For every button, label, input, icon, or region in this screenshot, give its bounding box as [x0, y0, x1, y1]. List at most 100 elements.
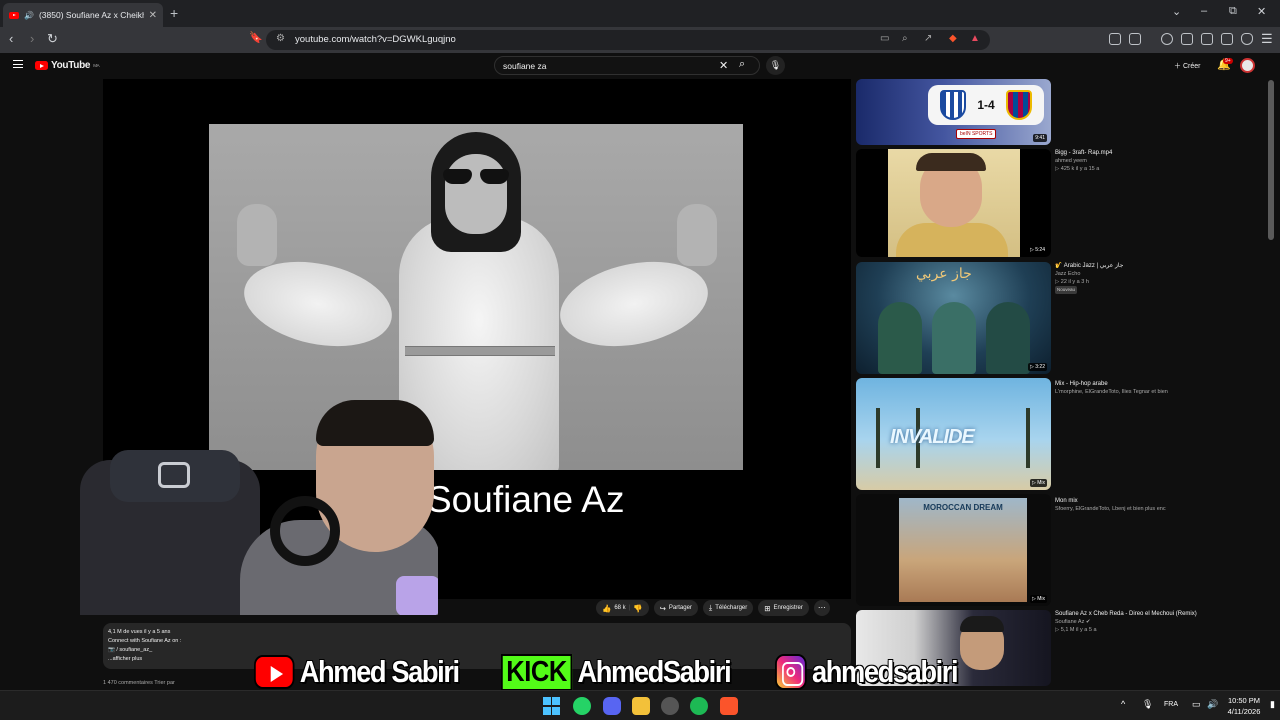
discord-icon[interactable] — [603, 697, 621, 715]
clear-search-icon[interactable]: ✕ — [719, 59, 728, 72]
headset-icon — [270, 496, 340, 566]
system-clock[interactable]: 10:50 PM 4/11/2026 — [1222, 695, 1266, 717]
youtube-logo-text: YouTube — [51, 60, 91, 71]
create-button[interactable]: ＋ Créer — [1174, 61, 1200, 71]
brave-shield-icon[interactable]: ◆ — [949, 33, 957, 44]
barcelona-crest-icon — [1006, 90, 1033, 120]
instagram-handle-group: ahmedsabiri — [775, 653, 959, 690]
more-actions-icon[interactable]: ⋯ — [813, 600, 830, 616]
notification-center-icon[interactable]: ▮ — [1270, 699, 1275, 710]
like-button[interactable]: 👍 68 k | 👎 — [596, 600, 649, 616]
browser-tab-bar: 🔊 (3850) Soufiane Az x Cheikha ✕ + ⌄ – ⧉… — [0, 0, 1280, 27]
recommendation-thumbnail[interactable]: INVALIDE ▷ Mix — [856, 378, 1051, 490]
recommendation-channel: Jazz Echo — [1055, 271, 1081, 277]
save-button[interactable]: ⊞ Enregistrer — [758, 600, 809, 616]
address-bar[interactable]: ⚙ youtube.com/watch?v=DGWKLguqjno ▭ ⌕ ↗ … — [266, 30, 990, 50]
recommendation-title: 🎷 Arabic Jazz | جاز عربي — [1055, 263, 1124, 269]
brave-rewards-icon[interactable]: ▲ — [970, 33, 980, 44]
bookmark-icon[interactable]: 🔖 — [249, 31, 263, 44]
youtube-logo[interactable]: YouTube MA — [35, 60, 100, 71]
input-language[interactable]: FRA — [1164, 701, 1178, 708]
tab-title: (3850) Soufiane Az x Cheikha — [38, 10, 144, 20]
download-icon: ⤓ — [708, 603, 713, 612]
cast-icon[interactable]: ▭ — [880, 33, 889, 44]
search-icon[interactable]: ⌕ — [739, 58, 745, 71]
sponsor-logo: beIN SPORTS — [956, 129, 997, 139]
forward-icon[interactable]: › — [30, 31, 34, 46]
account-avatar[interactable] — [1240, 58, 1255, 73]
instagram-handle: ahmedsabiri — [811, 653, 959, 690]
back-icon[interactable]: ‹ — [9, 31, 13, 46]
recommendation-channel: Soufiane Az ✔ — [1055, 619, 1091, 625]
reload-icon[interactable]: ↻ — [47, 31, 58, 47]
recommendation-channel: Sfoerry, ElGrandeToto, Lbenj et bien plu… — [1055, 506, 1166, 512]
browser-tab[interactable]: 🔊 (3850) Soufiane Az x Cheikha ✕ — [3, 3, 163, 27]
sidebar-icon[interactable] — [1181, 33, 1193, 45]
spotify-icon[interactable] — [690, 697, 708, 715]
network-icon[interactable]: ▭ — [1192, 699, 1201, 710]
menu-icon[interactable]: ☰ — [1261, 31, 1273, 47]
reader-icon[interactable] — [1129, 33, 1141, 45]
windows-taskbar: ^ 🎙 FRA ▭ 🔊 10:50 PM 4/11/2026 ▮ — [0, 690, 1280, 720]
share-label: Partager — [668, 605, 692, 611]
close-tab-icon[interactable]: ✕ — [149, 10, 157, 21]
save-playlist-icon: ⊞ — [764, 603, 771, 613]
streamer-hair — [316, 400, 434, 446]
site-settings-icon[interactable]: ⚙ — [276, 33, 285, 44]
vpn-shield-icon[interactable] — [1241, 33, 1253, 45]
zoom-icon[interactable]: ⌕ — [902, 33, 908, 44]
recommendation-info[interactable]: Mon mix Sfoerry, ElGrandeToto, Lbenj et … — [1055, 497, 1265, 513]
minimize-button[interactable]: – — [1201, 5, 1207, 17]
recommendation-thumbnail[interactable]: MOROCCAN DREAM ▷ Mix — [856, 494, 1051, 606]
leo-ai-icon[interactable] — [1221, 33, 1233, 45]
thumbnail-figure — [986, 302, 1030, 374]
recommendation-title: Mix - Hip-hop arabe — [1055, 381, 1108, 387]
wallet-icon[interactable] — [1201, 33, 1213, 45]
recommendation-info[interactable]: Bigg - 3raft- Rap.mp4 ahmed yeem ▷ 425 k… — [1055, 149, 1265, 173]
recommendation-thumbnail[interactable]: 1-4 beIN SPORTS 9:41 — [856, 79, 1051, 145]
search-box[interactable]: soufiane za ✕ ⌕ — [494, 56, 760, 75]
notification-badge: 9+ — [1223, 58, 1233, 64]
tab-search-icon[interactable]: ⌄ — [1172, 5, 1181, 18]
maximize-button[interactable]: ⧉ — [1229, 5, 1237, 18]
speaker-icon[interactable]: 🔊 — [24, 11, 34, 20]
media-icon[interactable] — [1161, 33, 1173, 45]
thumbnail-poster: MOROCCAN DREAM — [899, 498, 1027, 602]
search-input[interactable]: soufiane za — [503, 61, 546, 71]
file-explorer-icon[interactable] — [632, 697, 650, 715]
extensions-icon[interactable] — [1109, 33, 1121, 45]
page-scrollbar[interactable] — [1268, 80, 1274, 240]
brave-browser-icon[interactable] — [720, 697, 738, 715]
download-button[interactable]: ⤓ Télécharger — [702, 600, 754, 616]
youtube-handle: Ahmed Sabiri — [299, 653, 461, 690]
volume-icon[interactable]: 🔊 — [1207, 699, 1218, 710]
thumbs-up-icon: 👍 — [602, 603, 612, 613]
recommendation-channel: ahmed yeem — [1055, 158, 1087, 164]
guide-menu-icon[interactable] — [13, 60, 23, 68]
recommendation-thumbnail[interactable]: جاز عربي ▷ 3:22 — [856, 262, 1051, 374]
voice-search-icon[interactable]: 🎙 — [766, 56, 785, 75]
recommendation-info[interactable]: Soufiane Az x Cheb Reda - Direo el Mecho… — [1055, 610, 1265, 634]
recommendation-info[interactable]: Mix - Hip-hop arabe L'morphine, ElGrande… — [1055, 380, 1265, 396]
video-figure-sunglasses — [443, 169, 509, 185]
youtube-logo-icon — [35, 61, 48, 70]
new-tab-button[interactable]: + — [170, 5, 178, 21]
download-label: Télécharger — [715, 605, 748, 611]
close-window-button[interactable]: ✕ — [1257, 5, 1266, 18]
video-duration: 9:41 — [1033, 134, 1047, 142]
share-icon[interactable]: ↗ — [924, 33, 932, 44]
poster-title: MOROCCAN DREAM — [923, 503, 1003, 512]
thumbnail-figure — [932, 302, 976, 374]
windows-start-icon[interactable] — [543, 697, 561, 715]
whatsapp-icon[interactable] — [573, 697, 591, 715]
recommendation-meta: ▷ 22 il y a 3 h — [1055, 279, 1089, 285]
microphone-icon[interactable]: 🎙 — [1142, 699, 1153, 710]
kick-logo: KICK — [500, 653, 572, 691]
tray-overflow-icon[interactable]: ^ — [1121, 699, 1125, 709]
recommendation-info[interactable]: 🎷 Arabic Jazz | جاز عربي Jazz Echo ▷ 22 … — [1055, 262, 1265, 294]
share-button[interactable]: ↪ Partager — [653, 600, 698, 616]
thumbs-down-icon[interactable]: 👎 — [633, 604, 642, 613]
stream-social-overlay: Ahmed Sabiri KICK AhmedSabiri ahmedsabir… — [254, 652, 982, 692]
obs-icon[interactable] — [661, 697, 679, 715]
recommendation-thumbnail[interactable]: ▷ 5:24 — [856, 149, 1051, 257]
